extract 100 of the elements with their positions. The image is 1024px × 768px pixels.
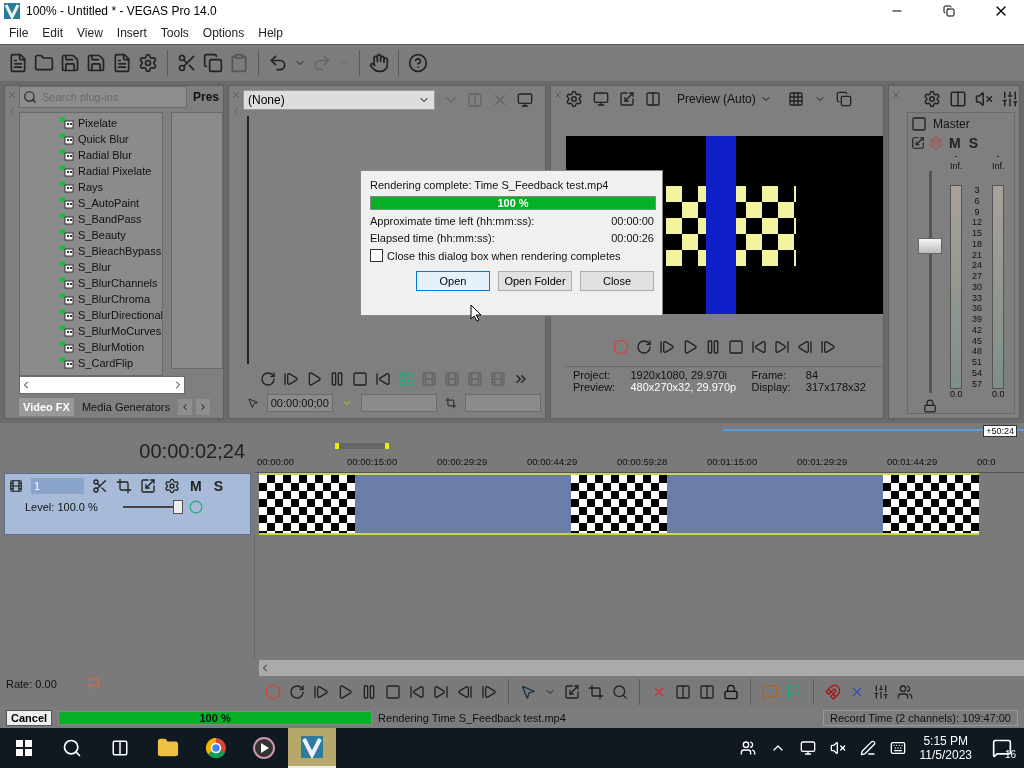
plugin-item[interactable]: S_BlurMoCurves xyxy=(60,323,162,339)
render-icon[interactable] xyxy=(112,53,132,73)
play-icon[interactable] xyxy=(337,684,353,700)
settings-icon[interactable] xyxy=(565,90,583,108)
in-point-field[interactable] xyxy=(360,394,437,412)
loop-icon[interactable] xyxy=(635,339,652,355)
monitor-icon[interactable] xyxy=(593,91,609,107)
selection-tool-icon[interactable] xyxy=(588,684,604,700)
plugin-item[interactable]: S_CardFlip xyxy=(60,355,162,371)
open-folder-icon[interactable] xyxy=(34,53,54,73)
clock[interactable]: 5:15 PM 11/5/2023 xyxy=(911,734,980,762)
timecode-field[interactable]: 00:00:00;00 xyxy=(266,394,333,412)
menu-item[interactable]: Options xyxy=(195,26,252,40)
go-to-start-icon[interactable] xyxy=(409,684,425,700)
save-as-icon[interactable] xyxy=(86,53,106,73)
plugin-item[interactable]: S_BlurDirectional xyxy=(60,307,162,323)
solo-button[interactable]: S xyxy=(211,478,225,494)
edit-tool-icon[interactable] xyxy=(520,684,536,700)
play-from-start-icon[interactable] xyxy=(282,371,299,387)
play-from-start-icon[interactable] xyxy=(313,684,329,700)
loop-icon[interactable] xyxy=(289,684,305,700)
notification-button[interactable]: 16 xyxy=(980,728,1024,768)
vegas-button[interactable] xyxy=(288,728,336,768)
stop-icon[interactable] xyxy=(727,339,744,355)
tab-scroll-left-button[interactable] xyxy=(177,399,192,415)
plugin-item[interactable]: S_Beauty xyxy=(60,227,162,243)
sliders-icon[interactable] xyxy=(1001,90,1019,108)
monitor-icon[interactable] xyxy=(517,92,533,108)
plugin-item[interactable]: Quick Blur xyxy=(60,131,162,147)
settings-icon[interactable] xyxy=(923,90,941,108)
menu-item[interactable]: Help xyxy=(251,26,290,40)
lock-icon[interactable] xyxy=(723,684,739,700)
people-icon[interactable] xyxy=(739,740,756,756)
mute-button[interactable]: M xyxy=(947,135,963,151)
dialog-button[interactable]: Close xyxy=(580,271,654,291)
previous-frame-icon[interactable] xyxy=(457,684,473,700)
media-dropdown[interactable]: (None) xyxy=(243,90,435,110)
help-icon[interactable] xyxy=(408,53,428,73)
length-field[interactable] xyxy=(464,394,541,412)
video-event[interactable] xyxy=(259,473,979,535)
plugin-item[interactable]: S_BlurMotion xyxy=(60,339,162,355)
keyboard-icon[interactable] xyxy=(889,740,906,756)
plugin-item[interactable]: Rays xyxy=(60,179,162,195)
solo-button[interactable]: S xyxy=(966,135,980,151)
loop-region-bar[interactable] xyxy=(335,443,389,449)
level-slider-thumb[interactable] xyxy=(173,500,184,514)
copy-icon[interactable] xyxy=(203,53,223,73)
track-header[interactable]: 1 M S Level: 100.0 % xyxy=(4,473,251,535)
plugin-item[interactable]: Pixelate xyxy=(60,115,162,131)
menu-item[interactable]: Insert xyxy=(109,26,154,40)
plugin-item[interactable]: S_Blur xyxy=(60,259,162,275)
new-file-icon[interactable] xyxy=(8,53,28,73)
pen-icon[interactable] xyxy=(859,740,876,756)
copy-frame-icon[interactable] xyxy=(835,91,852,107)
dialog-button[interactable]: Open Folder xyxy=(498,271,572,291)
grid-icon[interactable] xyxy=(787,91,804,107)
menu-item[interactable]: Tools xyxy=(153,26,196,40)
network-icon[interactable] xyxy=(799,740,816,756)
plugin-item[interactable]: Radial Blur xyxy=(60,147,162,163)
play-from-start-icon[interactable] xyxy=(658,339,675,355)
stop-icon[interactable] xyxy=(385,684,401,700)
panel-tab[interactable]: Media Generators xyxy=(77,398,174,416)
go-to-start-icon[interactable] xyxy=(374,371,391,387)
length-icon[interactable] xyxy=(444,397,457,409)
menu-item[interactable]: Edit xyxy=(35,26,71,40)
preview-quality-dropdown[interactable]: Preview (Auto) xyxy=(671,91,778,107)
menu-item[interactable]: View xyxy=(70,26,110,40)
go-to-end-icon[interactable] xyxy=(433,684,449,700)
undo-icon[interactable] xyxy=(268,53,288,73)
next-frame-icon[interactable] xyxy=(819,339,836,355)
hand-icon[interactable] xyxy=(369,53,389,73)
bypass-icon[interactable] xyxy=(92,478,108,494)
speaker-icon[interactable] xyxy=(975,90,993,108)
stop-icon[interactable] xyxy=(351,371,368,387)
go-to-end-icon[interactable] xyxy=(773,339,790,355)
crop-icon[interactable] xyxy=(116,478,132,494)
cancel-button[interactable]: Cancel xyxy=(6,710,53,726)
plugin-item[interactable]: S_BandPass xyxy=(60,211,162,227)
bus-icon[interactable] xyxy=(911,116,927,132)
go-to-start-icon[interactable] xyxy=(750,339,767,355)
plugin-item[interactable]: S_BlurChannels xyxy=(60,275,162,291)
fx-icon[interactable] xyxy=(164,478,180,494)
checkbox[interactable] xyxy=(370,249,383,262)
menu-item[interactable]: File xyxy=(2,26,36,40)
plugin-item[interactable]: S_AutoPaint xyxy=(60,195,162,211)
settings-icon[interactable] xyxy=(138,53,158,73)
save-icon[interactable] xyxy=(60,53,80,73)
plugin-item[interactable]: Radial Pixelate xyxy=(60,163,162,179)
previous-frame-icon[interactable] xyxy=(796,339,813,355)
dialog-button[interactable]: Open xyxy=(416,271,490,291)
panel-tab[interactable]: Video FX xyxy=(19,398,74,416)
volume-muted-icon[interactable] xyxy=(829,740,846,756)
video-track-icon[interactable] xyxy=(9,479,23,493)
cut-icon[interactable] xyxy=(177,53,197,73)
fader-thumb[interactable] xyxy=(917,238,942,255)
lock-icon[interactable] xyxy=(923,399,937,413)
plugin-item[interactable]: S_BleachBypass xyxy=(60,243,162,259)
loop-icon[interactable] xyxy=(259,371,276,387)
next-frame-icon[interactable] xyxy=(481,684,497,700)
pause-icon[interactable] xyxy=(361,684,377,700)
